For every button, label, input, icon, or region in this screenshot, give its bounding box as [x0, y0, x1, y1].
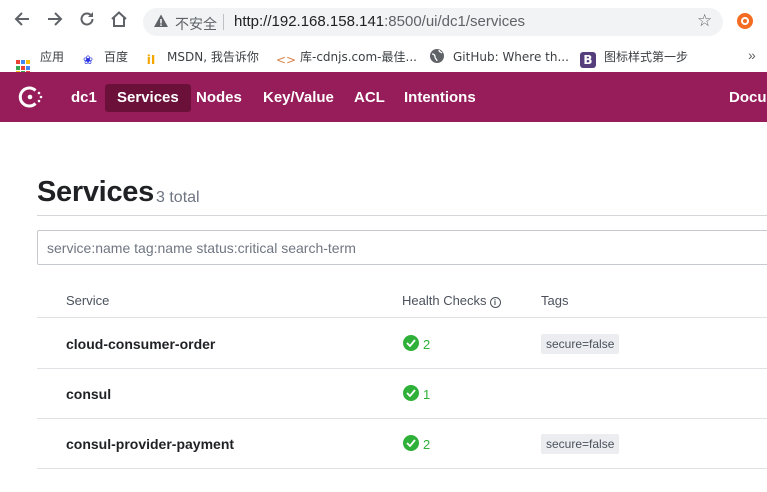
health-check-count: 2: [423, 437, 431, 452]
bookmark-github[interactable]: GitHub: Where th...: [429, 47, 569, 67]
bookmark-star-icon[interactable]: ☆: [697, 11, 712, 31]
consul-logo-icon[interactable]: [18, 84, 44, 110]
table-divider: [37, 368, 767, 369]
bookmark-apps[interactable]: 应用: [16, 47, 65, 76]
msdn-icon: iI: [146, 53, 156, 67]
warning-triangle-icon: [153, 13, 169, 32]
bookmark-label: 库-cdnjs.com-最佳...: [300, 50, 417, 64]
extension-icon[interactable]: [737, 13, 753, 29]
url-path: :8500/ui/dc1/services: [384, 13, 526, 30]
service-name-link[interactable]: consul: [66, 386, 111, 402]
passing-check-icon: [403, 435, 419, 451]
nav-key-value[interactable]: Key/Value: [251, 84, 346, 112]
bookmark-baidu[interactable]: ❀ 百度: [80, 47, 128, 67]
nav-acl[interactable]: ACL: [342, 84, 397, 112]
health-check-count: 1: [423, 387, 431, 402]
column-header-tags[interactable]: Tags: [541, 293, 568, 308]
nav-nodes[interactable]: Nodes: [184, 84, 254, 112]
table-divider: [37, 418, 767, 419]
table-divider: [37, 468, 767, 469]
column-header-service[interactable]: Service: [66, 293, 109, 308]
nav-services[interactable]: Services: [105, 84, 191, 112]
browser-toolbar: 不安全 http://192.168.158.141:8500/ui/dc1/s…: [0, 0, 767, 42]
page-title: Services: [37, 176, 154, 208]
title-divider: [37, 215, 767, 216]
baidu-paw-icon: ❀: [82, 53, 94, 67]
column-header-health-checks[interactable]: Health Checks i: [402, 293, 501, 308]
datacenter-selector[interactable]: dc1: [59, 84, 109, 112]
table-divider: [37, 317, 767, 318]
health-check-count: 2: [423, 337, 431, 352]
reload-icon[interactable]: [76, 10, 98, 32]
bookmark-label: 图标样式第一步: [604, 50, 689, 64]
url-text: http://192.168.158.141:8500/ui/dc1/servi…: [234, 13, 525, 30]
home-icon[interactable]: [108, 10, 130, 32]
globe-icon: [429, 48, 445, 64]
back-arrow-icon[interactable]: [11, 10, 33, 32]
bookmark-bootstrap[interactable]: B 图标样式第一步: [580, 47, 689, 68]
bookmark-cdnjs[interactable]: <> 库-cdnjs.com-最佳...: [276, 47, 417, 67]
column-header-label: Health Checks: [402, 293, 487, 308]
bookmark-label: 百度: [104, 50, 129, 64]
passing-check-icon: [403, 385, 419, 401]
bookmark-label: 应用: [40, 50, 65, 64]
insecure-label: 不安全: [175, 17, 217, 33]
bookmark-label: MSDN, 我告诉你: [167, 50, 259, 64]
omnibox-divider: [223, 14, 224, 30]
consul-header: dc1 Services Nodes Key/Value ACL Intenti…: [0, 72, 767, 122]
bootstrap-icon: B: [580, 52, 596, 68]
nav-intentions[interactable]: Intentions: [392, 84, 488, 112]
forward-arrow-icon[interactable]: [44, 10, 66, 32]
bookmark-msdn[interactable]: iI MSDN, 我告诉你: [143, 47, 259, 67]
bookmarks-bar: 应用 ❀ 百度 iI MSDN, 我告诉你 <> 库-cdnjs.com-最佳... …: [0, 42, 767, 76]
service-name-link[interactable]: consul-provider-payment: [66, 436, 234, 452]
nav-documentation[interactable]: Docu: [717, 84, 767, 112]
code-brackets-icon: <>: [276, 53, 297, 67]
service-count: 3 total: [156, 189, 200, 206]
bookmarks-overflow-icon[interactable]: »: [748, 47, 756, 63]
service-name-link[interactable]: cloud-consumer-order: [66, 336, 215, 352]
passing-check-icon: [403, 335, 419, 351]
bookmark-label: GitHub: Where th...: [453, 50, 569, 64]
address-bar[interactable]: 不安全 http://192.168.158.141:8500/ui/dc1/s…: [143, 8, 723, 36]
service-tag: secure=false: [541, 334, 620, 354]
info-icon[interactable]: i: [489, 297, 501, 308]
url-host: http://192.168.158.141: [234, 13, 385, 30]
service-search-input[interactable]: [37, 230, 767, 265]
service-tag: secure=false: [541, 434, 620, 454]
